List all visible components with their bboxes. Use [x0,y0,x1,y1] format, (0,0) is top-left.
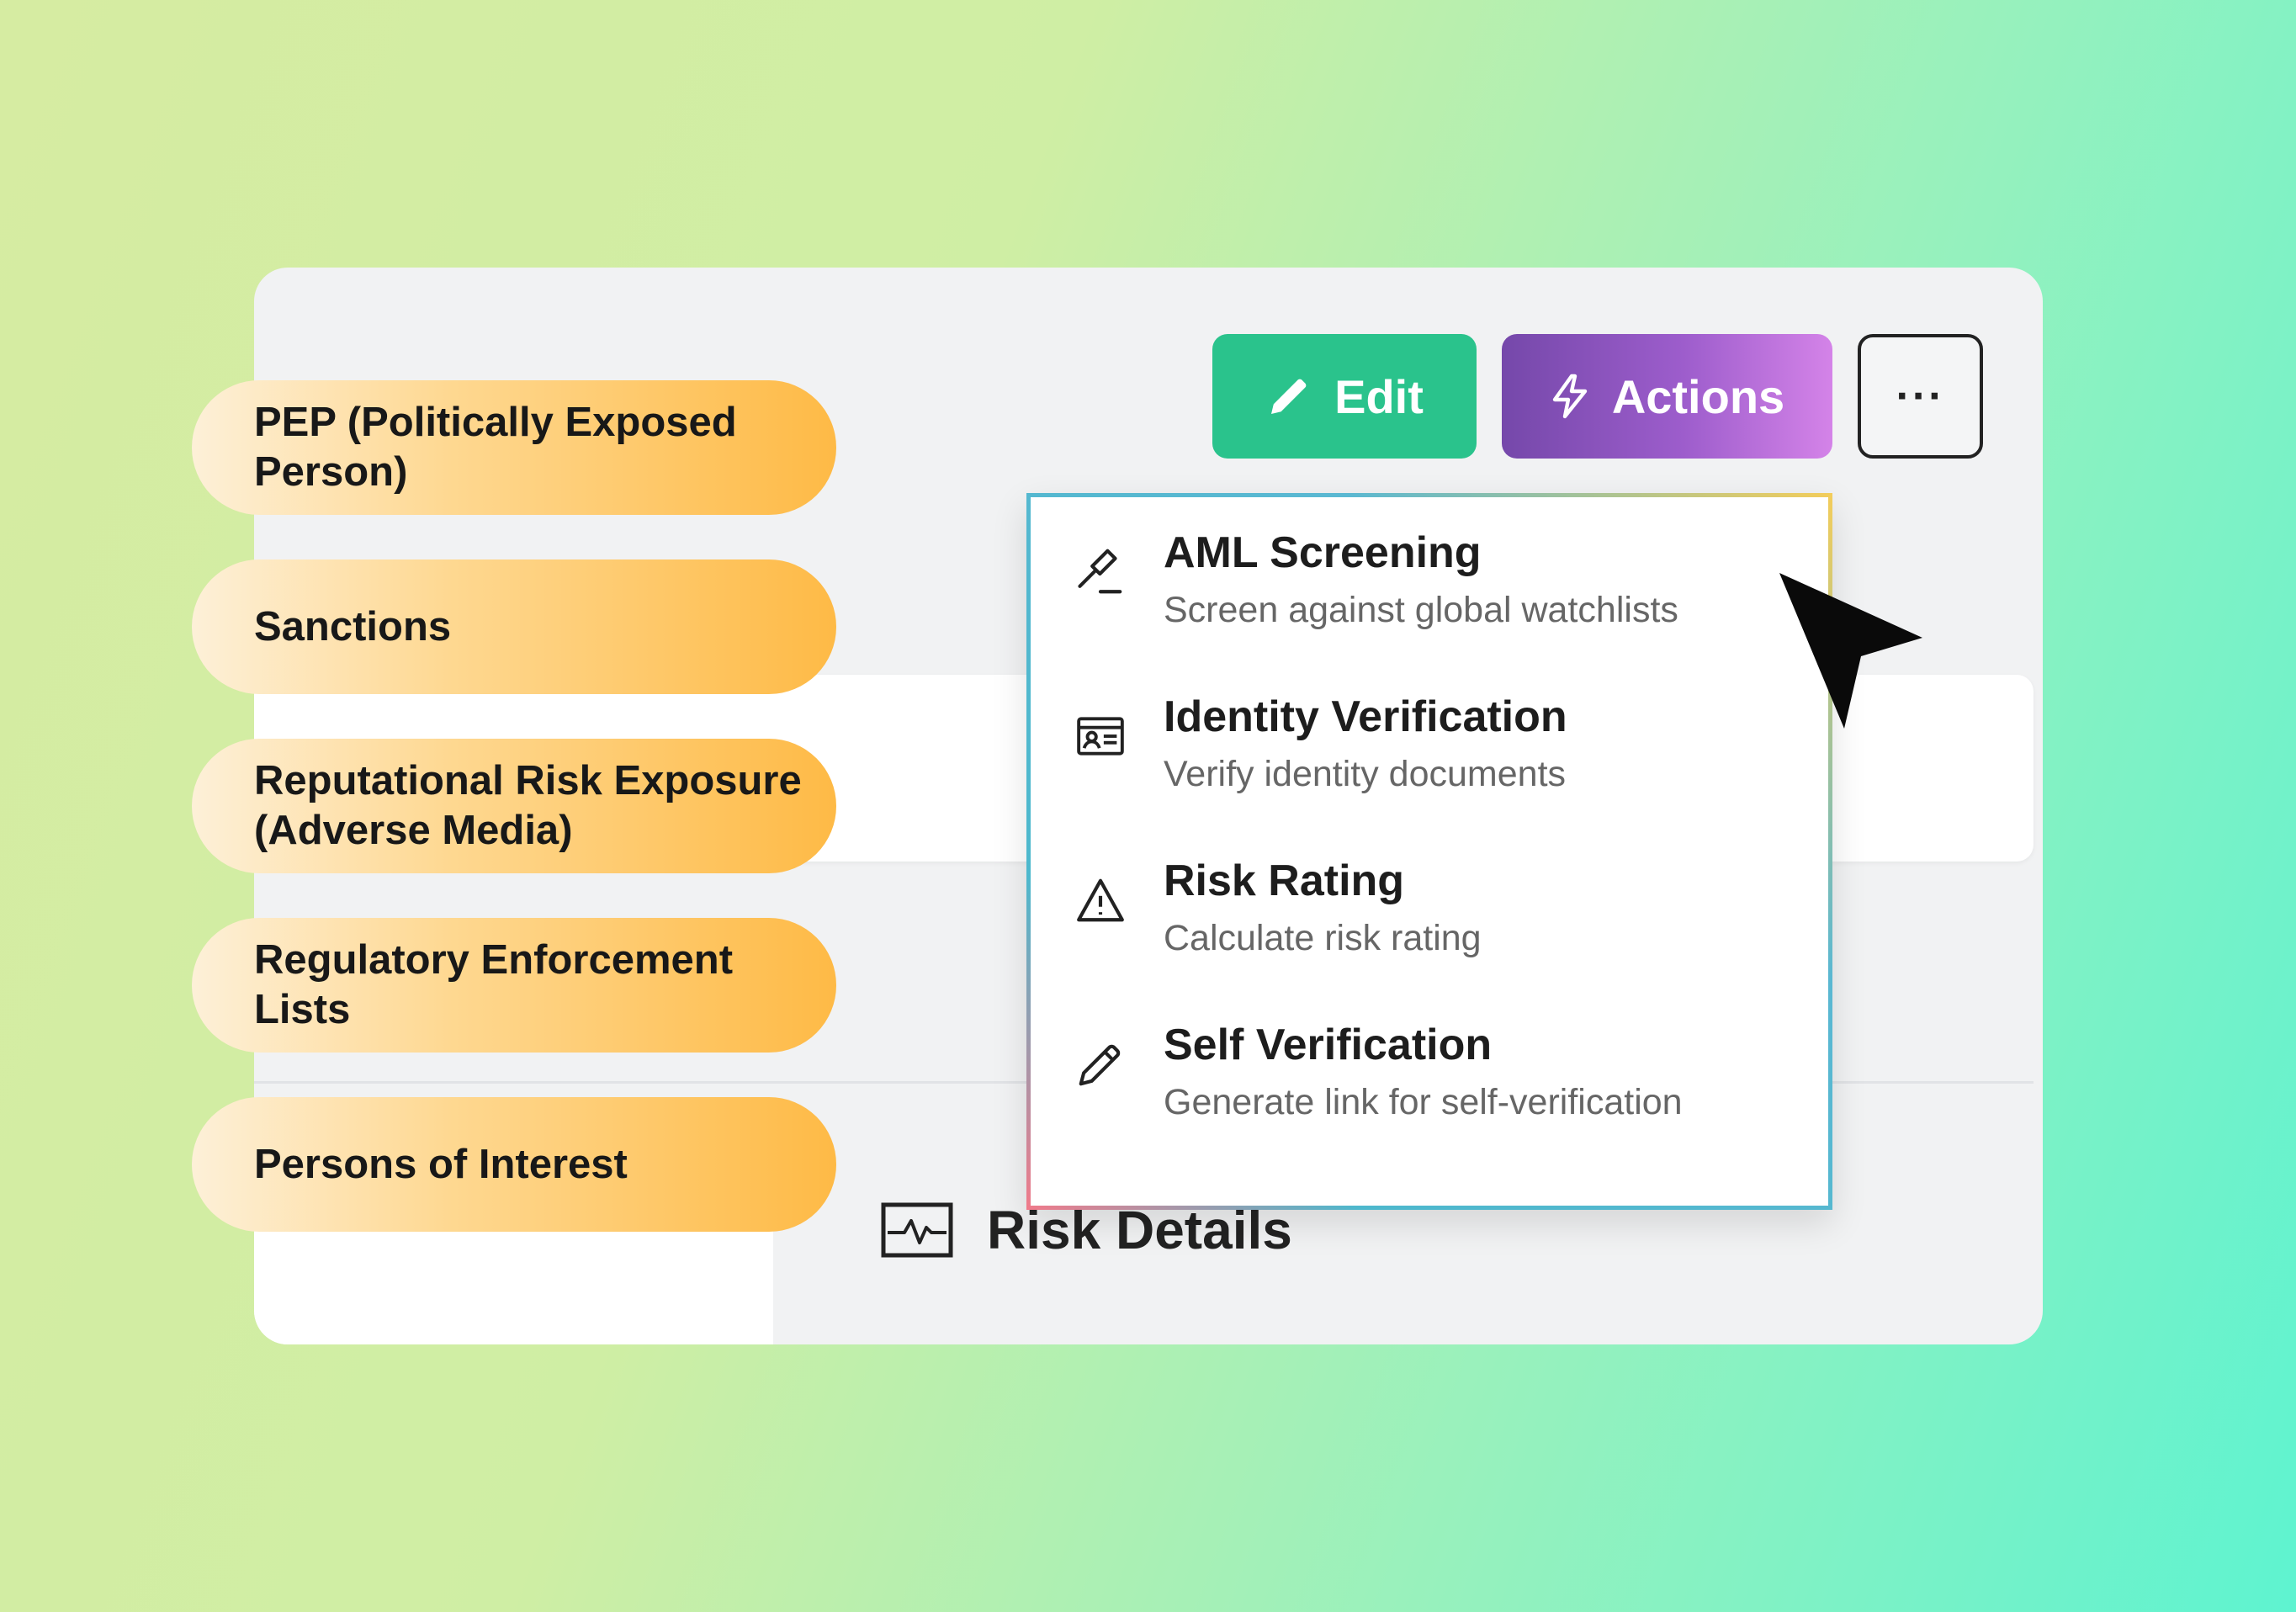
tag-sanctions: Sanctions [192,559,836,694]
menu-item-risk-rating[interactable]: Risk Rating Calculate risk rating [1031,825,1828,989]
actions-dropdown-menu: AML Screening Screen against global watc… [1026,493,1832,1210]
gavel-icon [1078,549,1122,594]
menu-item-self-verification[interactable]: Self Verification Generate link for self… [1031,989,1828,1153]
actions-button-label: Actions [1611,369,1785,423]
id-card-icon [1077,717,1124,756]
mouse-pointer-icon [1779,573,1922,729]
tag-label: Regulatory Enforcement Lists [254,937,734,1032]
tag-label: Sanctions [254,603,452,650]
tag-adverse-media: Reputational Risk Exposure (Adverse Medi… [192,739,836,873]
edit-button[interactable]: Edit [1212,334,1477,459]
pencil-icon [1271,379,1307,414]
menu-item-label: Identity Verification [1164,692,1567,741]
more-options-button[interactable]: ··· [1858,334,1983,459]
tag-regulatory-enforcement: Regulatory Enforcement Lists [192,918,836,1053]
tag-pep: PEP (Politically Exposed Person) [192,380,836,515]
actions-button[interactable]: Actions [1502,334,1832,459]
activity-monitor-icon [881,1202,953,1258]
menu-item-label: AML Screening [1164,528,1482,577]
lightning-icon [1552,374,1588,419]
menu-item-aml-screening[interactable]: AML Screening Screen against global watc… [1031,497,1828,661]
menu-item-label: Risk Rating [1164,856,1405,905]
menu-item-description: Screen against global watchlists [1164,590,1678,630]
tag-label: Reputational Risk Exposure (Adverse Medi… [254,758,802,853]
pencil-icon [1079,1044,1121,1086]
menu-item-identity-verification[interactable]: Identity Verification Verify identity do… [1031,661,1828,825]
menu-item-description: Calculate risk rating [1164,918,1482,958]
tag-label: PEP (Politically Exposed Person) [254,400,737,495]
menu-item-description: Generate link for self-verification [1164,1082,1683,1122]
more-icon: ··· [1896,372,1945,421]
menu-item-label: Self Verification [1164,1021,1493,1069]
warning-triangle-icon [1077,878,1124,922]
tag-persons-of-interest: Persons of Interest [192,1097,836,1232]
menu-item-description: Verify identity documents [1164,754,1567,794]
edit-button-label: Edit [1334,369,1424,423]
tag-label: Persons of Interest [254,1141,628,1187]
